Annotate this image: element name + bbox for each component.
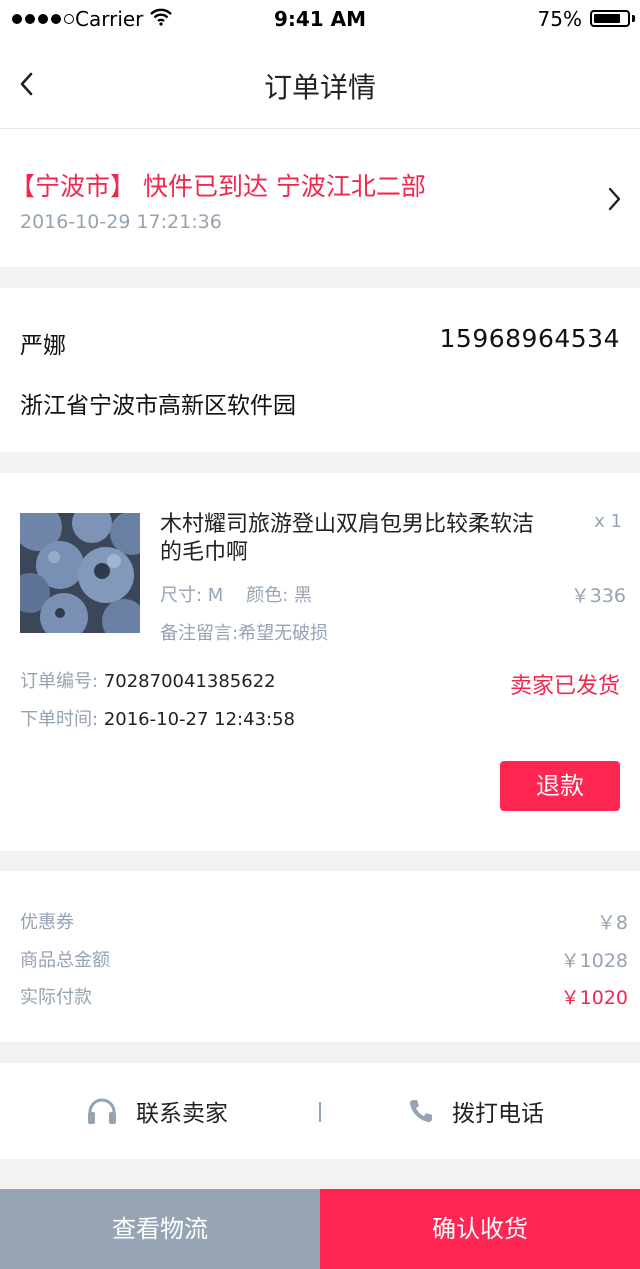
headset-icon [88, 1098, 116, 1124]
product-spec: 尺寸: M 颜色: 黑 [160, 585, 312, 606]
contact-bar: 联系卖家 拨打电话 [0, 1063, 640, 1159]
order-status: 卖家已发货 [509, 674, 620, 699]
product-title[interactable]: 木村耀司旅游登山双肩包男比较柔软洁的毛巾啊 [160, 511, 540, 567]
goods-total-value: ￥1028 [560, 950, 628, 972]
product-image[interactable] [20, 513, 140, 633]
coupon-value: ￥8 [596, 912, 628, 934]
payment-summary: 优惠券 ￥8 商品总金额 ￥1028 实际付款 ￥1020 [0, 871, 640, 1042]
order-card: 木村耀司旅游登山双肩包男比较柔软洁的毛巾啊 x 1 尺寸: M 颜色: 黑 ￥3… [0, 473, 640, 851]
nav-bar: 订单详情 [0, 40, 640, 129]
call-phone-button[interactable]: 拨打电话 [408, 1063, 544, 1159]
call-phone-label: 拨打电话 [452, 1101, 544, 1127]
order-number-row: 订单编号: 702870041385622 [20, 667, 276, 693]
logistics-message: 【宁波市】 快件已到达 宁波江北二部 [10, 172, 426, 201]
goods-total-label: 商品总金额 [20, 950, 110, 971]
order-time-label: 下单时间: [20, 709, 99, 730]
recipient-name: 严娜 [20, 333, 66, 359]
buyer-note: 备注留言:希望无破损 [160, 623, 329, 644]
coupon-label: 优惠券 [20, 912, 74, 933]
status-bar: Carrier 9:41 AM 75% [0, 0, 640, 40]
product-price: ￥336 [570, 585, 626, 607]
contact-divider [319, 1102, 321, 1122]
contact-seller-button[interactable]: 联系卖家 [86, 1063, 228, 1159]
contact-seller-label: 联系卖家 [136, 1101, 228, 1127]
phone-icon [409, 1100, 432, 1123]
logistics-card[interactable]: 【宁波市】 快件已到达 宁波江北二部 2016-10-29 17:21:36 [0, 129, 640, 267]
actual-paid-label: 实际付款 [20, 987, 92, 1008]
product-quantity: x 1 [594, 511, 622, 532]
view-logistics-button[interactable]: 查看物流 [0, 1189, 320, 1269]
order-number-label: 订单编号: [20, 671, 99, 692]
battery-percentage: 75% [537, 7, 582, 31]
refund-button[interactable]: 退款 [500, 761, 620, 811]
chevron-right-icon [608, 187, 621, 211]
address-line: 浙江省宁波市高新区软件园 [20, 393, 296, 419]
recipient-phone: 15968964534 [439, 324, 620, 353]
order-time: 2016-10-27 12:43:58 [103, 709, 295, 730]
confirm-receipt-button[interactable]: 确认收货 [320, 1189, 640, 1269]
shipping-address: 严娜 15968964534 浙江省宁波市高新区软件园 [0, 288, 640, 452]
actual-paid-value: ￥1020 [560, 987, 628, 1009]
order-time-row: 下单时间: 2016-10-27 12:43:58 [20, 705, 295, 731]
battery-tip [632, 15, 635, 22]
order-number: 702870041385622 [103, 671, 276, 692]
battery-icon [590, 10, 630, 27]
logistics-time: 2016-10-29 17:21:36 [20, 211, 222, 233]
page-title: 订单详情 [263, 71, 376, 104]
